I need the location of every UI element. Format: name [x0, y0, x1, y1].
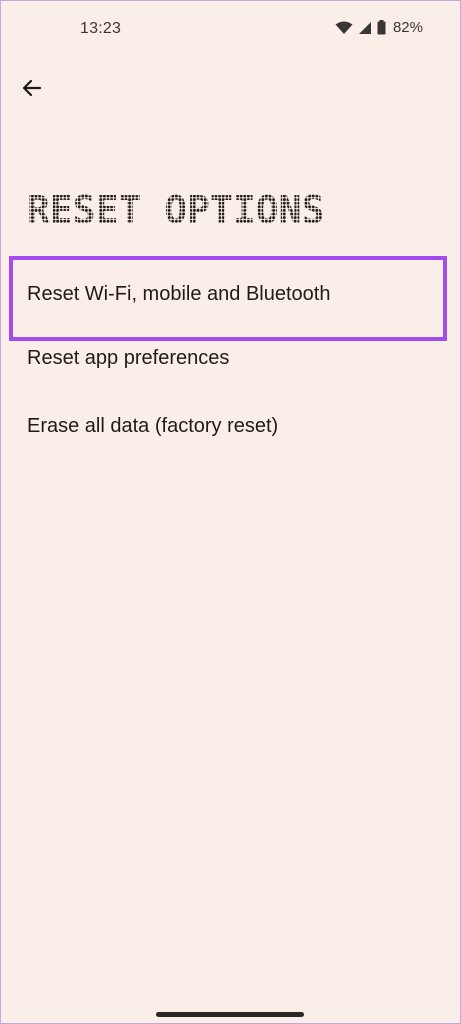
signal-icon: [358, 21, 372, 35]
option-label: Reset app preferences: [27, 346, 230, 369]
battery-percent: 82%: [392, 19, 423, 36]
back-button[interactable]: [14, 74, 50, 106]
home-indicator[interactable]: [156, 1012, 304, 1017]
page-title-graphic: RESET OPTIONS: [27, 188, 324, 232]
option-label: Erase all data (factory reset): [27, 414, 279, 437]
wifi-icon: [335, 21, 353, 35]
status-time: 13:23: [80, 20, 122, 37]
screen-frame: [0, 0, 461, 1024]
page-title: RESET OPTIONS: [27, 188, 324, 232]
option-erase-all-data[interactable]: Erase all data (factory reset): [0, 382, 461, 470]
option-reset-app-preferences[interactable]: Reset app preferences: [0, 334, 461, 382]
battery-icon: [377, 20, 386, 35]
option-reset-network[interactable]: Reset Wi-Fi, mobile and Bluetooth: [0, 254, 461, 334]
status-bar: 13:23 82%: [0, 0, 461, 58]
option-label: Reset Wi-Fi, mobile and Bluetooth: [27, 282, 331, 305]
reset-options-list: Reset Wi-Fi, mobile and Bluetooth Reset …: [0, 254, 461, 470]
back-arrow-icon: [22, 79, 42, 102]
status-icons: 82%: [335, 19, 423, 36]
